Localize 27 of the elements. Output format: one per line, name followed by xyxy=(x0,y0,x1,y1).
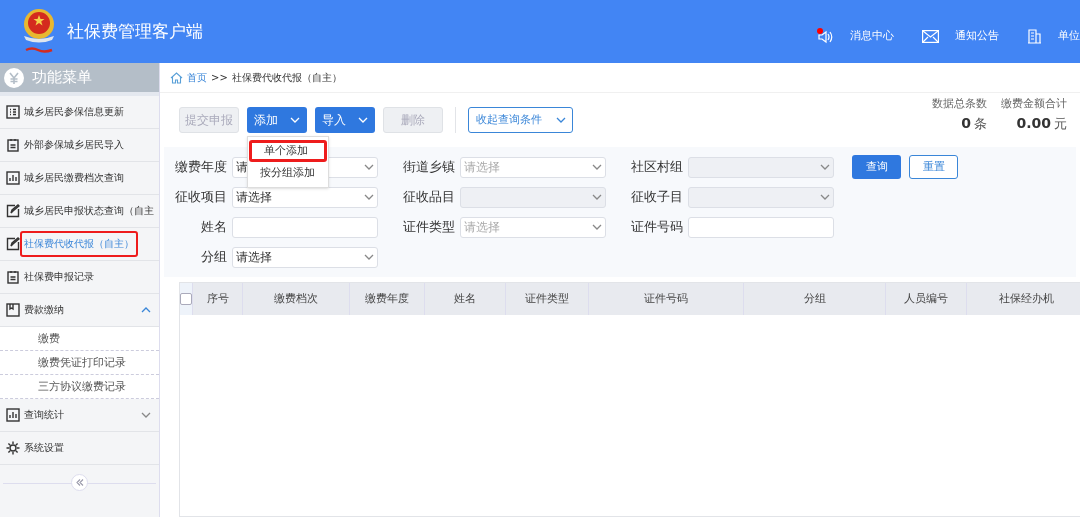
sidebar-item-label: 系统设置 xyxy=(23,441,65,455)
stat-label: 数据总条数 xyxy=(932,96,987,112)
field-label: 街道乡镇 xyxy=(402,158,455,177)
field-label: 征收子目 xyxy=(630,188,683,207)
field-label: 姓名 xyxy=(200,218,227,237)
app-title: 社保费管理客户端 xyxy=(67,19,203,43)
field-label: 征收项目 xyxy=(174,188,227,207)
sidebar-item-label: 外部参保城乡居民导入 xyxy=(23,138,125,152)
sidebar-item-label: 社保费申报记录 xyxy=(23,270,95,284)
breadcrumb-current: 社保费代收代报（自主） xyxy=(231,71,342,85)
field-label: 证件号码 xyxy=(630,218,683,237)
sidebar-item-label: 城乡居民参保信息更新 xyxy=(23,105,125,119)
sidebar-item-label: 城乡居民申报状态查询（自主 xyxy=(23,204,155,218)
field-label: 缴费年度 xyxy=(174,158,227,177)
breadcrumb-separator: >> xyxy=(211,71,228,85)
sidebar-item-label: 城乡居民缴费档次查询 xyxy=(23,171,125,185)
sidebar-item-label: 社保费代收代报（自主） xyxy=(20,231,138,257)
field-label: 分组 xyxy=(200,248,227,267)
sidebar-item-label: 费款缴纳 xyxy=(23,303,65,317)
field-label: 征收品目 xyxy=(402,188,455,207)
field-label: 社区村组 xyxy=(630,158,683,177)
sidebar-item-label: 查询统计 xyxy=(23,408,65,422)
stat-label: 缴费金额合计 xyxy=(1001,96,1067,112)
stat-value: 0.00 元 xyxy=(1016,113,1067,133)
stat-value: 0 条 xyxy=(961,113,987,133)
sidebar-title: 功能菜单 xyxy=(32,67,92,89)
field-label: 证件类型 xyxy=(402,218,455,237)
